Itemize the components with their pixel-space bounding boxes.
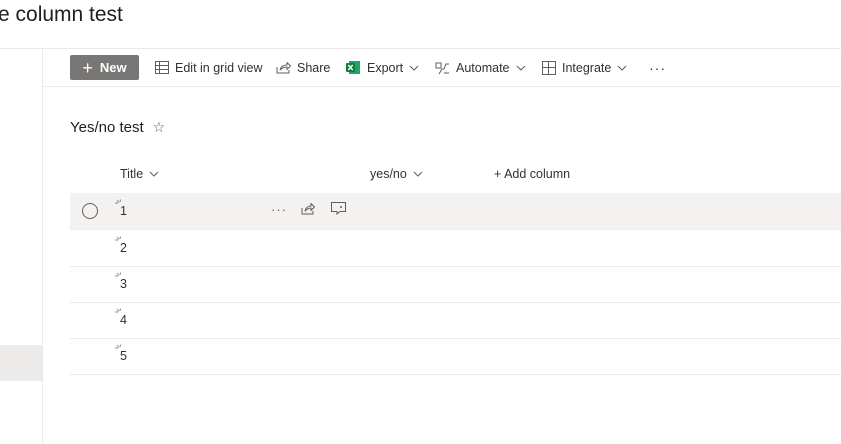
- list-title-text: Yes/no test: [70, 119, 144, 136]
- automate-label: Automate: [456, 60, 510, 75]
- chevron-down-icon: [617, 65, 627, 71]
- more-icon: ···: [649, 59, 666, 76]
- chevron-down-icon: [516, 65, 526, 71]
- table-row[interactable]: 2: [70, 230, 841, 267]
- integrate-label: Integrate: [562, 60, 612, 75]
- edit-in-grid-view-label: Edit in grid view: [175, 60, 263, 75]
- add-column-button[interactable]: + Add column: [494, 167, 570, 181]
- share-icon: [301, 203, 315, 215]
- row-title[interactable]: 2: [120, 241, 127, 255]
- edit-in-grid-view-button[interactable]: Edit in grid view: [155, 49, 263, 86]
- row-title[interactable]: 1: [120, 204, 127, 218]
- chevron-down-icon: [413, 171, 423, 177]
- row-title[interactable]: 4: [120, 313, 127, 327]
- row-more-actions-button[interactable]: ···: [271, 202, 287, 217]
- share-icon: [276, 61, 291, 74]
- export-button[interactable]: Export: [346, 49, 419, 86]
- list-title: Yes/no test ☆: [70, 119, 165, 136]
- column-header-yesno-label: yes/no: [370, 167, 407, 181]
- left-nav-divider: [42, 48, 43, 444]
- share-button[interactable]: Share: [276, 49, 330, 86]
- chevron-down-icon: [409, 65, 419, 71]
- share-label: Share: [297, 60, 331, 75]
- new-button[interactable]: + New: [70, 55, 139, 80]
- export-label: Export: [367, 60, 404, 75]
- automate-button[interactable]: Automate: [435, 49, 526, 86]
- table-row[interactable]: 3: [70, 266, 841, 303]
- row-share-button[interactable]: [301, 202, 315, 215]
- row-select-checkbox[interactable]: [82, 203, 98, 219]
- more-icon: ···: [271, 202, 287, 217]
- integrate-button[interactable]: Integrate: [542, 49, 627, 86]
- star-icon[interactable]: ☆: [153, 119, 166, 136]
- more-commands-button[interactable]: ···: [649, 49, 666, 86]
- row-title[interactable]: 5: [120, 349, 127, 363]
- excel-icon: [346, 60, 361, 75]
- new-button-label: New: [99, 60, 127, 75]
- grid-icon: [155, 61, 169, 74]
- plus-icon: +: [82, 57, 93, 78]
- column-header-yesno[interactable]: yes/no: [370, 167, 423, 181]
- table-row[interactable]: 5: [70, 338, 841, 375]
- column-header-title-label: Title: [120, 167, 144, 181]
- integrate-icon: [542, 60, 556, 75]
- row-title[interactable]: 3: [120, 277, 127, 291]
- site-title: e column test: [0, 3, 123, 26]
- automate-icon: [435, 61, 450, 75]
- chevron-down-icon: [149, 171, 159, 177]
- add-column-label: + Add column: [494, 167, 571, 181]
- column-header-title[interactable]: Title: [120, 167, 159, 181]
- left-nav-selected-item[interactable]: [0, 345, 42, 381]
- command-bar: + New Edit in grid view Share Export Aut…: [43, 49, 841, 87]
- table-row[interactable]: 4: [70, 302, 841, 339]
- row-comment-button[interactable]: [331, 202, 346, 215]
- comment-icon: [331, 202, 346, 215]
- table-row[interactable]: 1 ···: [70, 193, 841, 230]
